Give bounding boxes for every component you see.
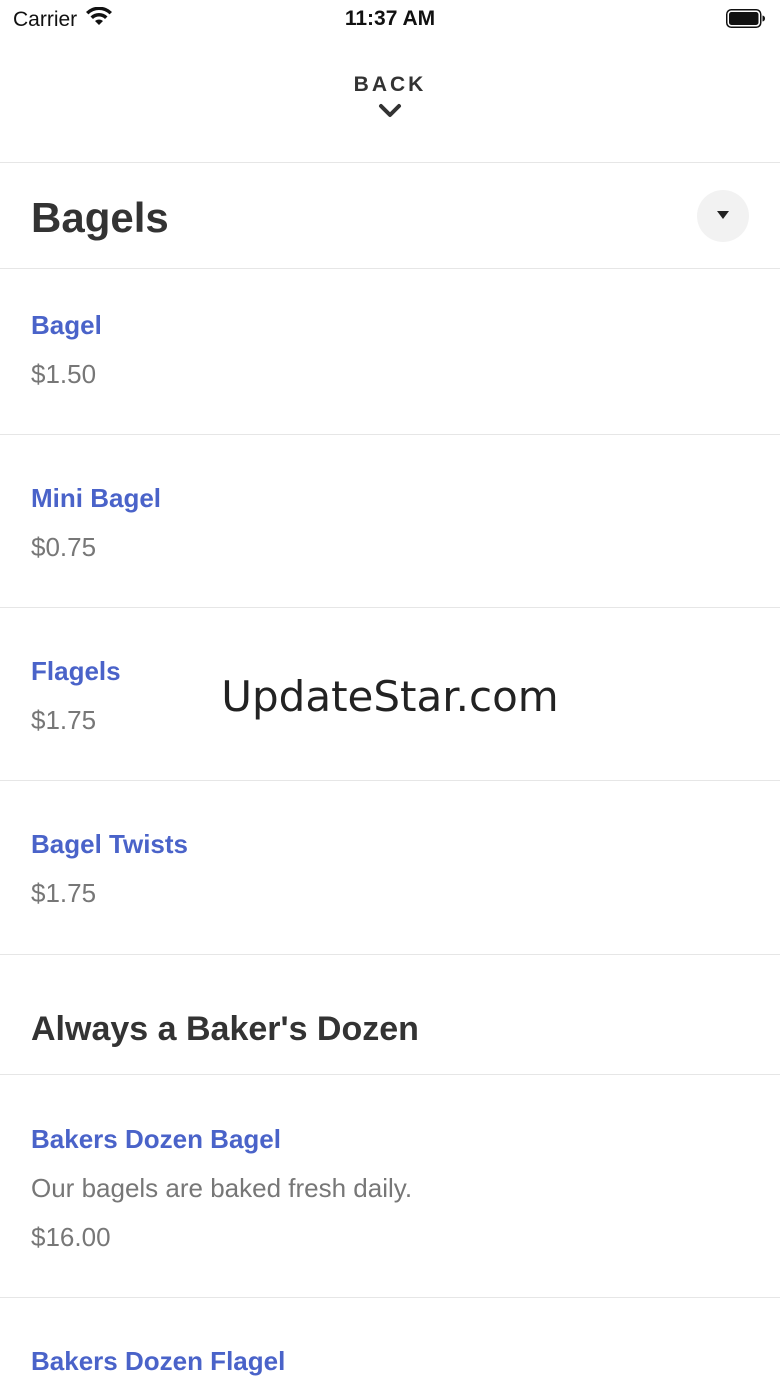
- item-name: Bagel: [31, 310, 102, 340]
- item-name: Bakers Dozen Flagel: [31, 1346, 286, 1376]
- menu-item-bakers-dozen-flagel[interactable]: Bakers Dozen Flagel: [0, 1298, 780, 1387]
- nav-bar: BACK: [0, 40, 780, 163]
- battery-icon: [726, 9, 766, 28]
- section-header: Always a Baker's Dozen: [0, 955, 780, 1075]
- category-header: Bagels: [0, 163, 780, 269]
- item-name: Bagel Twists: [31, 829, 189, 859]
- menu-item-bagel[interactable]: Bagel $1.50: [0, 269, 780, 435]
- item-price: $16.00: [31, 1222, 111, 1252]
- menu-item-bakers-dozen-bagel[interactable]: Bakers Dozen Bagel Our bagels are baked …: [0, 1075, 780, 1298]
- status-time: 11:37 AM: [344, 7, 436, 30]
- category-title: Bagels: [31, 194, 169, 241]
- item-description: Our bagels are baked fresh daily.: [31, 1173, 413, 1203]
- back-button[interactable]: BACK: [290, 70, 490, 140]
- chevron-down-icon: [290, 102, 490, 125]
- back-label: BACK: [353, 73, 427, 96]
- item-price: $0.75: [31, 532, 97, 562]
- item-name: Bakers Dozen Bagel: [31, 1124, 281, 1154]
- section-title: Always a Baker's Dozen: [31, 1010, 419, 1048]
- status-bar: Carrier 11:37 AM: [0, 0, 780, 40]
- caret-down-icon: [716, 207, 730, 225]
- item-price: $1.75: [31, 878, 97, 908]
- menu-item-mini-bagel[interactable]: Mini Bagel $0.75: [0, 435, 780, 608]
- item-price: $1.50: [31, 359, 97, 389]
- item-name: Mini Bagel: [31, 483, 162, 513]
- category-dropdown-button[interactable]: [697, 190, 749, 242]
- watermark: UpdateStar.com: [221, 672, 559, 721]
- menu-item-bagel-twists[interactable]: Bagel Twists $1.75: [0, 781, 780, 955]
